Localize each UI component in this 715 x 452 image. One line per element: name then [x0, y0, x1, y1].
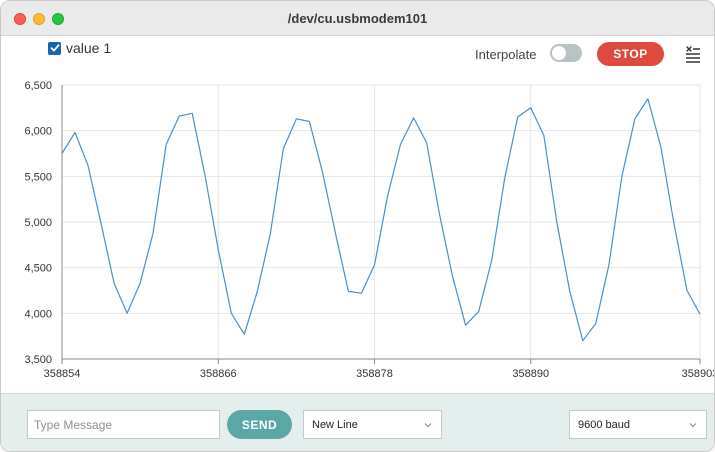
- y-tick-label: 4,500: [24, 263, 52, 275]
- line-ending-value: New Line: [312, 418, 358, 431]
- serial-plotter-window: /dev/cu.usbmodem101 value 1 Interpolate …: [0, 0, 715, 452]
- interpolate-label: Interpolate: [475, 47, 537, 62]
- series-line-value-1: [61, 98, 701, 342]
- baud-rate-select[interactable]: 9600 baud: [569, 410, 707, 439]
- stop-button[interactable]: STOP: [597, 42, 664, 66]
- checkmark-icon: [50, 44, 59, 52]
- interpolate-toggle[interactable]: [550, 44, 582, 62]
- title-bar: /dev/cu.usbmodem101: [1, 1, 714, 36]
- series-label: value 1: [66, 40, 112, 56]
- x-tick-label: 358878: [356, 368, 393, 380]
- line-ending-select[interactable]: New Line: [303, 410, 442, 439]
- y-tick-label: 3,500: [24, 354, 52, 366]
- y-tick-label: 6,500: [24, 80, 52, 92]
- message-input[interactable]: [27, 410, 220, 439]
- x-tick-label: 358903: [682, 368, 715, 380]
- toggle-knob: [552, 46, 566, 60]
- send-button[interactable]: SEND: [227, 410, 292, 439]
- send-bar: SEND New Line 9600 baud: [1, 393, 714, 451]
- chevron-down-icon: [424, 423, 432, 428]
- baud-rate-value: 9600 baud: [578, 418, 630, 431]
- y-tick-label: 6,000: [24, 126, 52, 138]
- y-tick-label: 5,500: [24, 171, 52, 183]
- series-legend: value 1: [48, 40, 111, 56]
- clear-list-icon[interactable]: [684, 45, 702, 63]
- serial-plot: 6,500 6,000 5,500 5,000 4,500 4,000 3,500 35885…: [24, 80, 715, 380]
- chevron-down-icon: [689, 423, 697, 428]
- x-tick-label: 358866: [200, 368, 237, 380]
- series-checkbox[interactable]: [48, 41, 61, 55]
- y-tick-label: 5,000: [24, 217, 52, 229]
- x-tick-label: 358890: [512, 368, 549, 380]
- x-tick-label: 358854: [44, 368, 81, 380]
- y-tick-label: 4,000: [24, 308, 52, 320]
- window-title: /dev/cu.usbmodem101: [287, 11, 428, 26]
